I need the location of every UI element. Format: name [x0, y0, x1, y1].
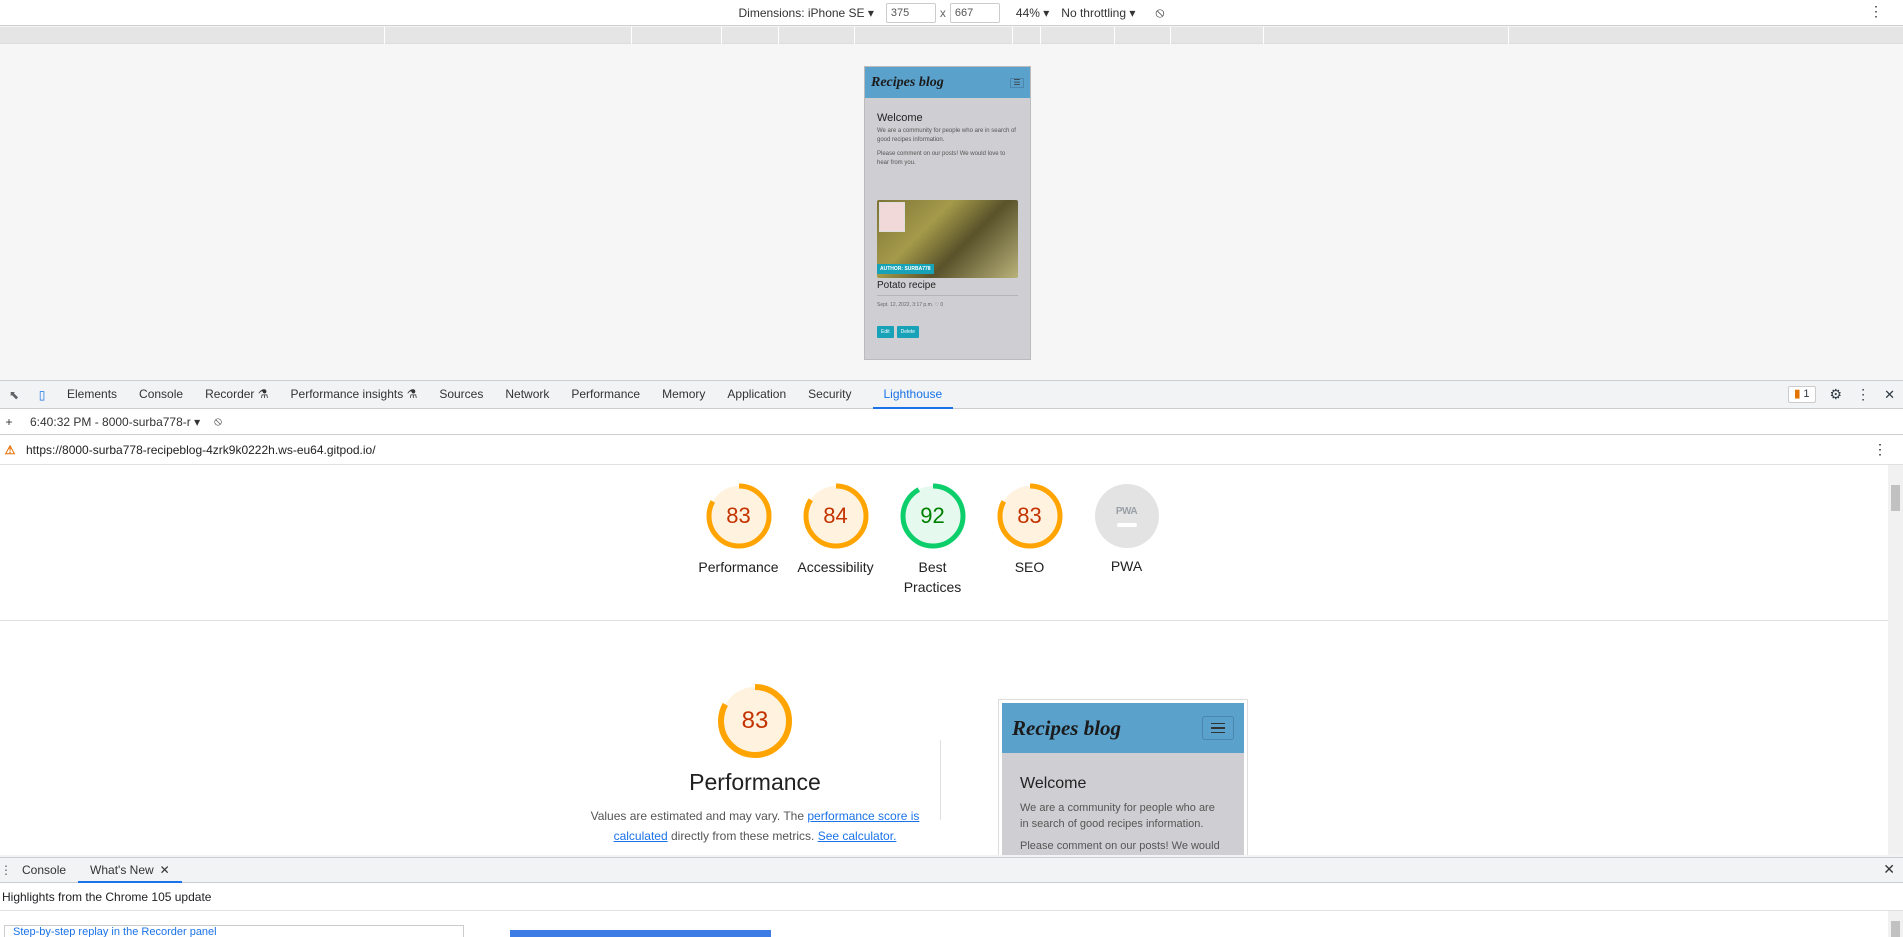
tab-application[interactable]: Application	[716, 381, 797, 408]
rotate-icon[interactable]: ⦸	[1155, 4, 1164, 21]
preview-welcome-text: We are a community for people who are in…	[877, 128, 1016, 143]
gauge-circle: 92	[900, 483, 966, 549]
report-url[interactable]: https://8000-surba778-recipeblog-4zrk9k0…	[26, 443, 376, 457]
pwa-badge-icon: PWA	[1094, 484, 1159, 548]
drawer-tab-console[interactable]: Console	[10, 858, 78, 882]
issues-badge[interactable]: ▮ 1	[1788, 386, 1816, 403]
device-dimensions-select[interactable]: Dimensions: iPhone SE ▾	[739, 6, 874, 20]
section-divider	[0, 620, 1888, 621]
screenshot-text-2: Please comment on our posts! We would	[1020, 840, 1220, 852]
report-select[interactable]: 6:40:32 PM - 8000-surba778-r ▾	[30, 415, 200, 429]
report-scrollbar[interactable]	[1888, 465, 1903, 855]
pwa-badge-text: PWA	[1115, 505, 1138, 517]
post-meta: Sept. 12, 2022, 3:17 p.m. ♡ 0	[877, 302, 944, 308]
gauge-circle: 83	[997, 483, 1063, 549]
screenshot-brand: Recipes blog	[1012, 715, 1122, 740]
drawer-tab-whats-new[interactable]: What's New ✕	[78, 858, 182, 883]
report-url-bar: ⚠ https://8000-surba778-recipeblog-4zrk9…	[0, 435, 1903, 465]
gauge-performance[interactable]: 83 Performance	[690, 483, 787, 597]
clear-reports-icon[interactable]: ⦸	[214, 414, 222, 429]
post-title[interactable]: Potato recipe	[877, 280, 1018, 296]
dimension-separator: x	[939, 5, 946, 20]
more-options-icon[interactable]: ⋮	[1869, 3, 1883, 20]
gauge-label: Best Practices	[903, 559, 962, 595]
performance-section: 83 Performance Values are estimated and …	[580, 683, 930, 846]
lighthouse-report: 83 Performance 84 Accessibility 92 Best …	[0, 465, 1888, 855]
lighthouse-toolbar: + 6:40:32 PM - 8000-surba778-r ▾ ⦸	[0, 409, 1903, 435]
tab-performance-insights[interactable]: Performance insights ⚗	[280, 381, 429, 408]
gauge-accessibility[interactable]: 84 Accessibility	[787, 483, 884, 597]
zoom-select[interactable]: 44% ▾	[1016, 6, 1049, 20]
menu-toggle-icon[interactable]: ☰	[1010, 77, 1024, 88]
whats-new-card[interactable]: Step-by-step replay in the Recorder pane…	[4, 925, 464, 937]
device-height-input[interactable]	[949, 2, 1000, 23]
preview-comment-text: Please comment on our posts! We would lo…	[877, 151, 1006, 166]
drawer-tabbar: ⋮ Console What's New ✕ ✕	[0, 857, 1903, 883]
device-width-input[interactable]	[885, 2, 936, 23]
gauge-best-practices[interactable]: 92 Best Practices	[884, 483, 981, 597]
author-thumbnail	[879, 202, 905, 232]
tab-console[interactable]: Console	[128, 381, 194, 408]
whats-new-body: Step-by-step replay in the Recorder pane…	[0, 911, 1903, 937]
warning-icon: ⚠	[4, 442, 16, 457]
devtools-more-icon[interactable]: ⋮	[1856, 386, 1870, 403]
tab-network[interactable]: Network	[494, 381, 560, 408]
preview-navbar: Recipes blog ☰	[865, 67, 1030, 98]
preview-brand[interactable]: Recipes blog	[871, 75, 944, 91]
gauge-label: Accessibility	[797, 559, 874, 575]
tab-memory[interactable]: Memory	[651, 381, 716, 408]
devtools-close-icon[interactable]: ✕	[1884, 387, 1895, 403]
tab-performance[interactable]: Performance	[560, 381, 651, 408]
whats-new-banner[interactable]	[510, 930, 771, 937]
close-tab-icon[interactable]: ✕	[160, 863, 170, 877]
gauge-value: 92	[920, 503, 945, 528]
drawer-scrollbar[interactable]	[1888, 911, 1903, 937]
issues-count: 1	[1803, 388, 1810, 400]
settings-icon[interactable]: ⚙	[1830, 386, 1843, 403]
new-report-icon[interactable]: +	[0, 415, 18, 429]
device-toolbar: Dimensions: iPhone SE ▾ x 44% ▾ No throt…	[0, 0, 1903, 26]
gauge-pwa[interactable]: PWA PWA	[1078, 483, 1175, 597]
author-badge: AUTHOR: SURBA778	[877, 264, 934, 274]
gauge-value: 83	[726, 503, 751, 528]
final-screenshot[interactable]: Recipes blog Welcome We are a community …	[998, 699, 1248, 855]
performance-description: Values are estimated and may vary. The p…	[590, 809, 920, 843]
hamburger-icon	[1202, 716, 1234, 740]
drawer-close-icon[interactable]: ✕	[1883, 861, 1895, 878]
performance-title: Performance	[689, 769, 821, 795]
whats-new-header: Highlights from the Chrome 105 update	[0, 883, 1903, 911]
tab-lighthouse[interactable]: Lighthouse	[872, 381, 954, 409]
drawer-menu-icon[interactable]: ⋮	[0, 863, 12, 877]
gauge-circle: 83	[706, 483, 772, 549]
gauge-circle: 84	[803, 483, 869, 549]
gauge-value: 83	[1017, 503, 1042, 528]
post-image[interactable]: AUTHOR: SURBA778	[877, 200, 1018, 278]
device-preview[interactable]: Recipes blog ☰ Welcome We are a communit…	[864, 66, 1031, 360]
see-calculator-link[interactable]: See calculator.	[818, 829, 897, 843]
report-more-icon[interactable]: ⋮	[1873, 441, 1887, 458]
preview-welcome-heading: Welcome	[877, 112, 923, 124]
performance-gauge: 83	[717, 683, 793, 759]
tab-recorder[interactable]: Recorder ⚗	[194, 381, 279, 408]
media-query-ruler[interactable]	[0, 27, 1903, 44]
gauge-value: 84	[823, 503, 848, 528]
gauge-seo[interactable]: 83 SEO	[981, 483, 1078, 597]
screenshot-welcome: Welcome	[1020, 775, 1087, 792]
gauge-label: PWA	[1110, 558, 1143, 574]
device-toggle-icon[interactable]: ▯	[28, 388, 56, 402]
score-gauges: 83 Performance 84 Accessibility 92 Best …	[690, 483, 1175, 597]
tab-elements[interactable]: Elements	[56, 381, 128, 408]
gauge-label: Performance	[698, 559, 779, 575]
vertical-separator	[940, 740, 941, 820]
performance-score: 83	[741, 707, 769, 734]
edit-button[interactable]: Edit	[877, 326, 894, 338]
inspect-element-icon[interactable]: ⬉	[0, 388, 28, 402]
devtools-tabbar: ⬉ ▯ Elements Console Recorder ⚗ Performa…	[0, 380, 1903, 409]
tab-security[interactable]: Security	[797, 381, 862, 408]
delete-button[interactable]: Delete	[896, 326, 920, 338]
gauge-label: SEO	[1014, 559, 1045, 575]
screenshot-text-1: We are a community for people who are in…	[1020, 802, 1215, 830]
throttling-select[interactable]: No throttling ▾	[1061, 6, 1135, 20]
tab-sources[interactable]: Sources	[428, 381, 494, 408]
